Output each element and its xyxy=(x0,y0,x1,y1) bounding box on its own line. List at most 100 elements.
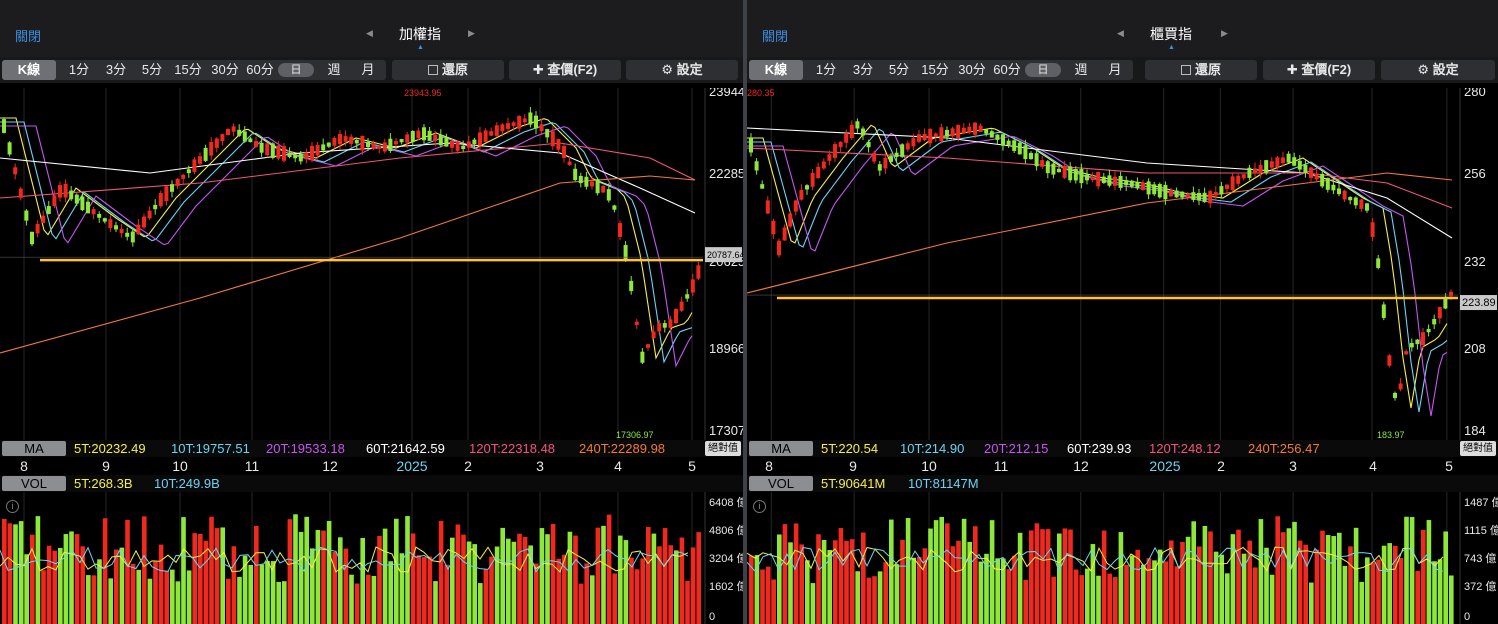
interval-week[interactable]: 週 xyxy=(320,60,348,80)
info-icon[interactable]: i xyxy=(753,500,766,513)
candle-body xyxy=(1404,351,1409,355)
interval-3min[interactable]: 3分 xyxy=(849,60,877,80)
candle-body xyxy=(1365,203,1369,211)
vol-label[interactable]: VOL xyxy=(2,476,66,491)
interval-5min[interactable]: 5分 xyxy=(885,60,913,80)
absolute-value-toggle[interactable]: 絕對值 xyxy=(705,441,741,456)
volume-bar xyxy=(293,514,298,624)
candle-body xyxy=(1163,184,1168,200)
candle-body xyxy=(366,141,370,148)
volume-chart[interactable]: 6408 億 4806 億 3204 億 1602 億 0 xyxy=(0,492,743,624)
volume-bar xyxy=(170,569,175,624)
volume-bar xyxy=(1202,525,1208,624)
volume-bar xyxy=(838,528,844,624)
volume-bar xyxy=(136,569,141,624)
candle-body xyxy=(1146,181,1151,195)
candle-body xyxy=(1113,176,1117,186)
interval-month[interactable]: 月 xyxy=(354,60,382,80)
close-button[interactable]: 關閉 xyxy=(15,26,41,45)
candle-body xyxy=(651,331,656,339)
volume-bar xyxy=(1062,528,1068,624)
volume-bar xyxy=(1314,549,1320,624)
absolute-value-toggle[interactable]: 絕對值 xyxy=(1460,441,1496,456)
lookup-button[interactable]: ✚ 查價(F2) xyxy=(509,60,621,80)
settings-button[interactable]: ⚙ 設定 xyxy=(626,60,738,80)
ma-label[interactable]: MA xyxy=(749,441,813,456)
volume-bar xyxy=(410,533,416,624)
volume-bar xyxy=(945,523,950,624)
candle-body xyxy=(995,134,1000,140)
interval-60min[interactable]: 60分 xyxy=(989,60,1025,80)
next-symbol-icon[interactable]: ▶ xyxy=(1221,28,1228,39)
candle-body xyxy=(500,124,505,132)
volume-bar xyxy=(1107,573,1112,624)
candle-body xyxy=(765,200,770,214)
restore-checkbox[interactable] xyxy=(1180,65,1191,75)
candle-body xyxy=(973,122,977,135)
dropdown-indicator-icon: ▲ xyxy=(417,44,424,51)
kline-button[interactable]: K線 xyxy=(2,60,56,80)
toolbar: K線 1分 3分 5分 15分 30分 60分 日 週 月 還原 ✚ 查價(F2… xyxy=(0,57,743,83)
volume-bar xyxy=(1309,582,1314,624)
restore-button[interactable]: 還原 xyxy=(392,60,504,80)
interval-15min[interactable]: 15分 xyxy=(170,60,206,80)
ma10-value: 10T:214.90 xyxy=(900,441,965,456)
volume-bar xyxy=(956,540,961,624)
x-label: 11 xyxy=(993,458,1009,474)
volume-bar xyxy=(1269,574,1275,624)
candle-body xyxy=(917,134,921,142)
interval-60min[interactable]: 60分 xyxy=(242,60,278,80)
candle-body xyxy=(1208,191,1213,204)
candle-body xyxy=(433,134,438,142)
ma-legend: MA 5T:20232.49 10T:19757.51 20T:19533.18… xyxy=(0,440,743,457)
interval-5min[interactable]: 5分 xyxy=(138,60,166,80)
volume-bar xyxy=(662,528,668,624)
volume-bar xyxy=(995,558,1000,624)
candle-body xyxy=(416,130,421,139)
candle-body xyxy=(1426,329,1431,333)
volume-bar xyxy=(1320,530,1325,624)
interval-3min[interactable]: 3分 xyxy=(102,60,130,80)
candlestick-chart[interactable]: 239442228520625189661730720787.6423943.9… xyxy=(0,88,743,440)
lookup-button[interactable]: ✚ 查價(F2) xyxy=(1263,60,1375,80)
price-axis-label: 208 xyxy=(1464,341,1486,356)
interval-30min[interactable]: 30分 xyxy=(206,60,244,80)
candle-body xyxy=(685,294,690,299)
candle-body xyxy=(1101,176,1106,184)
candle-body xyxy=(1398,383,1403,390)
volume-chart[interactable]: 1487 億 1115 億 743 億 372 億 0 xyxy=(747,492,1498,624)
interval-30min[interactable]: 30分 xyxy=(953,60,991,80)
volume-bar xyxy=(455,524,461,624)
interval-month[interactable]: 月 xyxy=(1101,60,1129,80)
candle-body xyxy=(1118,175,1123,188)
restore-checkbox[interactable] xyxy=(427,65,438,75)
volume-bar xyxy=(771,579,776,624)
settings-button[interactable]: ⚙ 設定 xyxy=(1381,60,1495,80)
interval-1min[interactable]: 1分 xyxy=(66,60,92,80)
interval-week[interactable]: 週 xyxy=(1067,60,1095,80)
interval-15min[interactable]: 15分 xyxy=(917,60,953,80)
volume-bar xyxy=(1253,567,1258,624)
candle-body xyxy=(2,119,6,133)
close-button[interactable]: 關閉 xyxy=(762,26,788,45)
x-label: 11 xyxy=(244,458,260,474)
ma-label[interactable]: MA xyxy=(2,441,66,456)
candle-body xyxy=(52,195,57,206)
next-symbol-icon[interactable]: ▶ xyxy=(468,28,475,39)
info-icon[interactable]: i xyxy=(6,500,19,513)
vol-label[interactable]: VOL xyxy=(749,476,813,491)
candle-body xyxy=(550,131,555,147)
candle-body xyxy=(754,161,759,171)
candle-body xyxy=(849,124,854,138)
volume-bar xyxy=(1051,576,1056,624)
interval-day[interactable]: 日 xyxy=(278,63,314,77)
kline-button[interactable]: K線 xyxy=(749,60,803,80)
restore-button[interactable]: 還原 xyxy=(1145,60,1257,80)
interval-1min[interactable]: 1分 xyxy=(813,60,839,80)
interval-day[interactable]: 日 xyxy=(1025,63,1061,77)
volume-bar xyxy=(679,537,685,624)
candlestick-chart[interactable]: 280 256 232 208 184 223.89 280.35 183.97 xyxy=(747,88,1498,440)
volume-bar xyxy=(1281,532,1286,624)
candle-body xyxy=(1314,173,1319,180)
volume-bar xyxy=(939,516,944,624)
